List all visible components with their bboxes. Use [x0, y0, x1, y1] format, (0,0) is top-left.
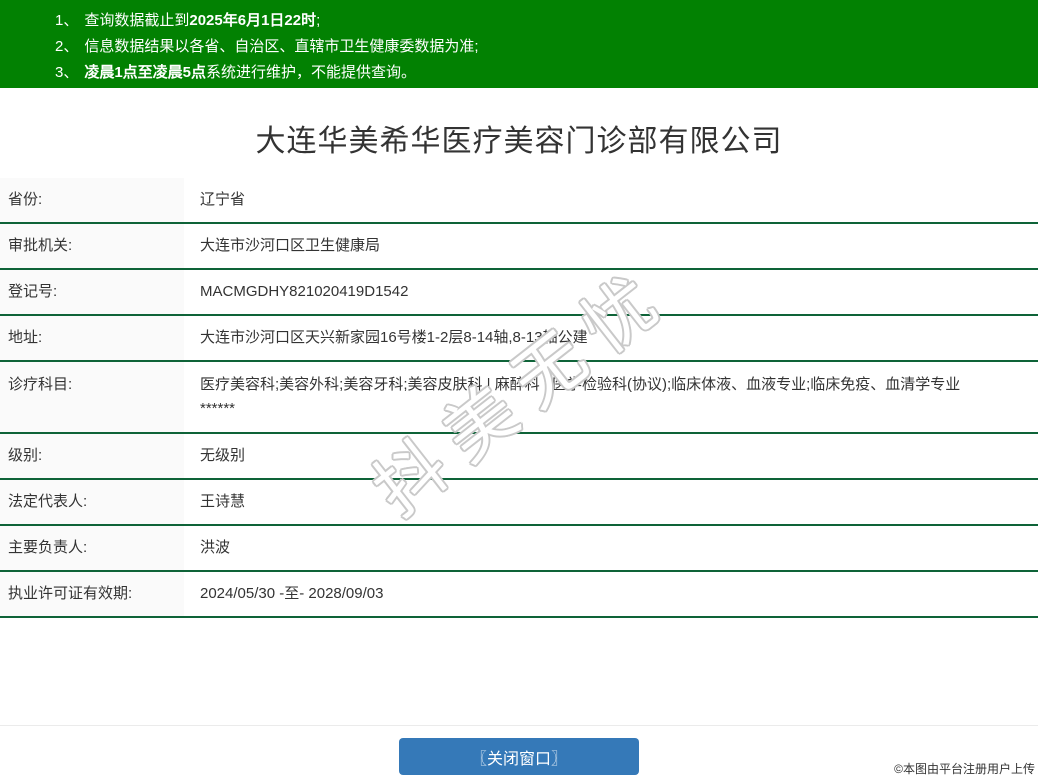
- table-row: 诊疗科目: 医疗美容科;美容外科;美容牙科;美容皮肤科 | 麻醉科 | 医学检验…: [0, 362, 1038, 434]
- row-label: 省份:: [0, 178, 184, 222]
- table-row: 主要负责人: 洪波: [0, 526, 1038, 572]
- row-label: 审批机关:: [0, 224, 184, 268]
- notice-text-bold: 凌晨1点至凌晨5点: [84, 64, 207, 81]
- notice-text: 系统进行维护，不能提供查询。: [206, 64, 417, 81]
- page-title: 大连华美希华医疗美容门诊部有限公司: [255, 125, 783, 158]
- table-row: 审批机关: 大连市沙河口区卫生健康局: [0, 224, 1038, 270]
- notice-text-bold: 2025年6月1日22时: [189, 12, 317, 29]
- row-value: 医疗美容科;美容外科;美容牙科;美容皮肤科 | 麻醉科 | 医学检验科(协议);…: [184, 362, 1038, 432]
- row-value: 洪波: [184, 526, 1038, 570]
- row-label: 级别:: [0, 434, 184, 478]
- row-value: 大连市沙河口区卫生健康局: [184, 224, 1038, 268]
- notice-banner: 1、 查询数据截止到2025年6月1日22时; 2、 信息数据结果以各省、自治区、直…: [0, 0, 1038, 88]
- notice-item: 3、 凌晨1点至凌晨5点系统进行维护，不能提供查询。: [55, 60, 1028, 86]
- table-row: 地址: 大连市沙河口区天兴新家园16号楼1-2层8-14轴,8-13轴公建: [0, 316, 1038, 362]
- close-window-button[interactable]: 〖关闭窗口〗: [399, 738, 639, 775]
- row-label: 执业许可证有效期:: [0, 572, 184, 616]
- notice-text: 查询数据截止到: [84, 12, 190, 29]
- footer: 〖关闭窗口〗: [0, 725, 1038, 775]
- row-value: 辽宁省: [184, 178, 1038, 222]
- table-row: 执业许可证有效期: 2024/05/30 -至- 2028/09/03: [0, 572, 1038, 618]
- table-row: 级别: 无级别: [0, 434, 1038, 480]
- row-label: 主要负责人:: [0, 526, 184, 570]
- notice-item: 1、 查询数据截止到2025年6月1日22时;: [55, 8, 1028, 34]
- row-value: 无级别: [184, 434, 1038, 478]
- notice-number: 2、: [55, 38, 79, 55]
- row-label: 法定代表人:: [0, 480, 184, 524]
- row-value: 大连市沙河口区天兴新家园16号楼1-2层8-14轴,8-13轴公建: [184, 316, 1038, 360]
- row-value: 2024/05/30 -至- 2028/09/03: [184, 572, 1038, 616]
- notice-item: 2、 信息数据结果以各省、自治区、直辖市卫生健康委数据为准;: [55, 34, 1028, 60]
- notice-number: 3、: [55, 64, 79, 81]
- notice-text: ;: [316, 12, 321, 29]
- row-label: 登记号:: [0, 270, 184, 314]
- row-label: 诊疗科目:: [0, 362, 184, 432]
- table-row: 登记号: MACMGDHY821020419D1542: [0, 270, 1038, 316]
- table-row: 法定代表人: 王诗慧: [0, 480, 1038, 526]
- table-row: 省份: 辽宁省: [0, 178, 1038, 224]
- row-value: MACMGDHY821020419D1542: [184, 270, 1038, 314]
- row-value: 王诗慧: [184, 480, 1038, 524]
- notice-text: 信息数据结果以各省、自治区、直辖市卫生健康委数据为准;: [84, 38, 479, 55]
- license-info-table: 省份: 辽宁省 审批机关: 大连市沙河口区卫生健康局 登记号: MACMGDHY…: [0, 178, 1038, 618]
- copyright-note: ©本图由平台注册用户上传: [894, 762, 1035, 776]
- notice-number: 1、: [55, 12, 79, 29]
- row-label: 地址:: [0, 316, 184, 360]
